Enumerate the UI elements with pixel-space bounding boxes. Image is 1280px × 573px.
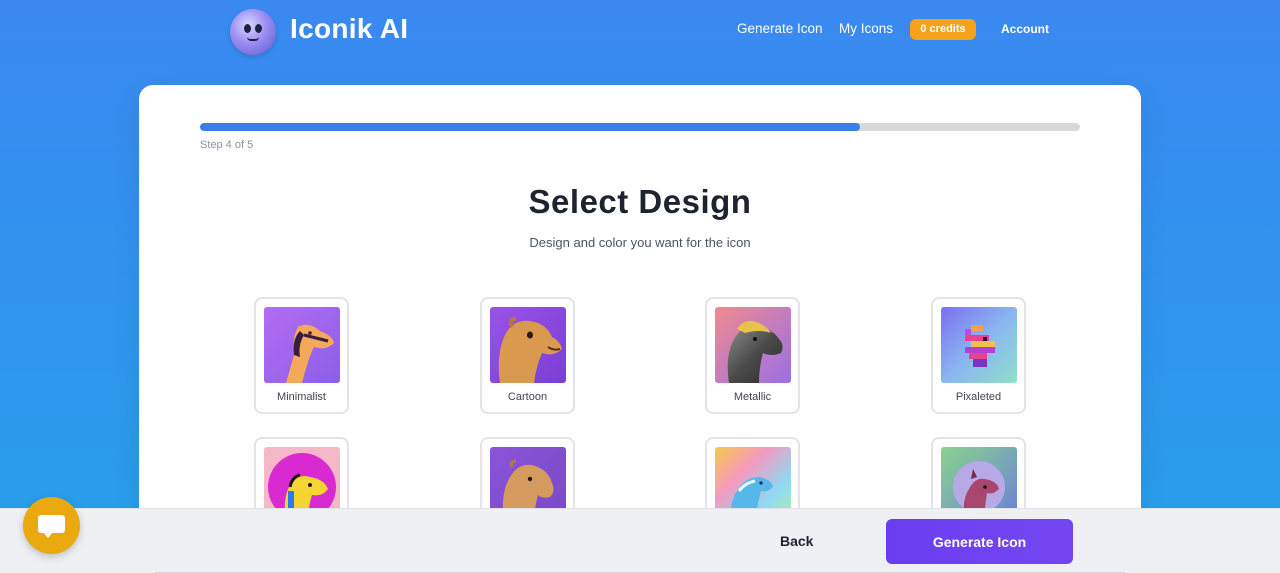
page-subtitle: Design and color you want for the icon xyxy=(529,235,751,250)
nav-account[interactable]: Account xyxy=(1001,22,1049,36)
camel-pixelated-icon xyxy=(941,307,1017,383)
credits-badge[interactable]: 0 credits xyxy=(910,19,976,40)
chat-bubble-icon xyxy=(38,515,65,533)
progress-bar-fill xyxy=(200,123,860,131)
brand-name[interactable]: Iconik AI xyxy=(290,13,408,45)
step-indicator: Step 4 of 5 xyxy=(200,139,254,151)
camel-cartoon-icon xyxy=(490,307,566,383)
back-button[interactable]: Back xyxy=(780,533,813,549)
nav-my-icons[interactable]: My Icons xyxy=(839,21,893,36)
design-label: Metallic xyxy=(733,391,772,403)
page-title: Select Design xyxy=(528,183,752,220)
design-option-cartoon[interactable]: Cartoon xyxy=(480,297,575,414)
camel-metallic-icon xyxy=(715,307,791,383)
design-option-minimalist[interactable]: Minimalist xyxy=(254,297,349,414)
wizard-footer: Back Generate Icon xyxy=(0,508,1280,573)
camel-minimalist-icon xyxy=(264,307,340,383)
design-label: Pixaleted xyxy=(955,391,1002,403)
nav-generate-icon[interactable]: Generate Icon xyxy=(737,21,823,36)
chat-widget-button[interactable] xyxy=(23,497,80,554)
design-option-metallic[interactable]: Metallic xyxy=(705,297,800,414)
design-label: Minimalist xyxy=(277,391,326,403)
generate-icon-button[interactable]: Generate Icon xyxy=(886,519,1073,564)
top-navbar: Iconik AI Generate Icon My Icons 0 credi… xyxy=(0,0,1280,60)
design-label: Cartoon xyxy=(507,391,548,403)
logo-icon[interactable] xyxy=(230,9,276,55)
design-option-pixaleted[interactable]: Pixaleted xyxy=(931,297,1026,414)
wizard-card: Step 4 of 5 Select Design Design and col… xyxy=(139,85,1141,525)
progress-bar xyxy=(200,123,1080,131)
